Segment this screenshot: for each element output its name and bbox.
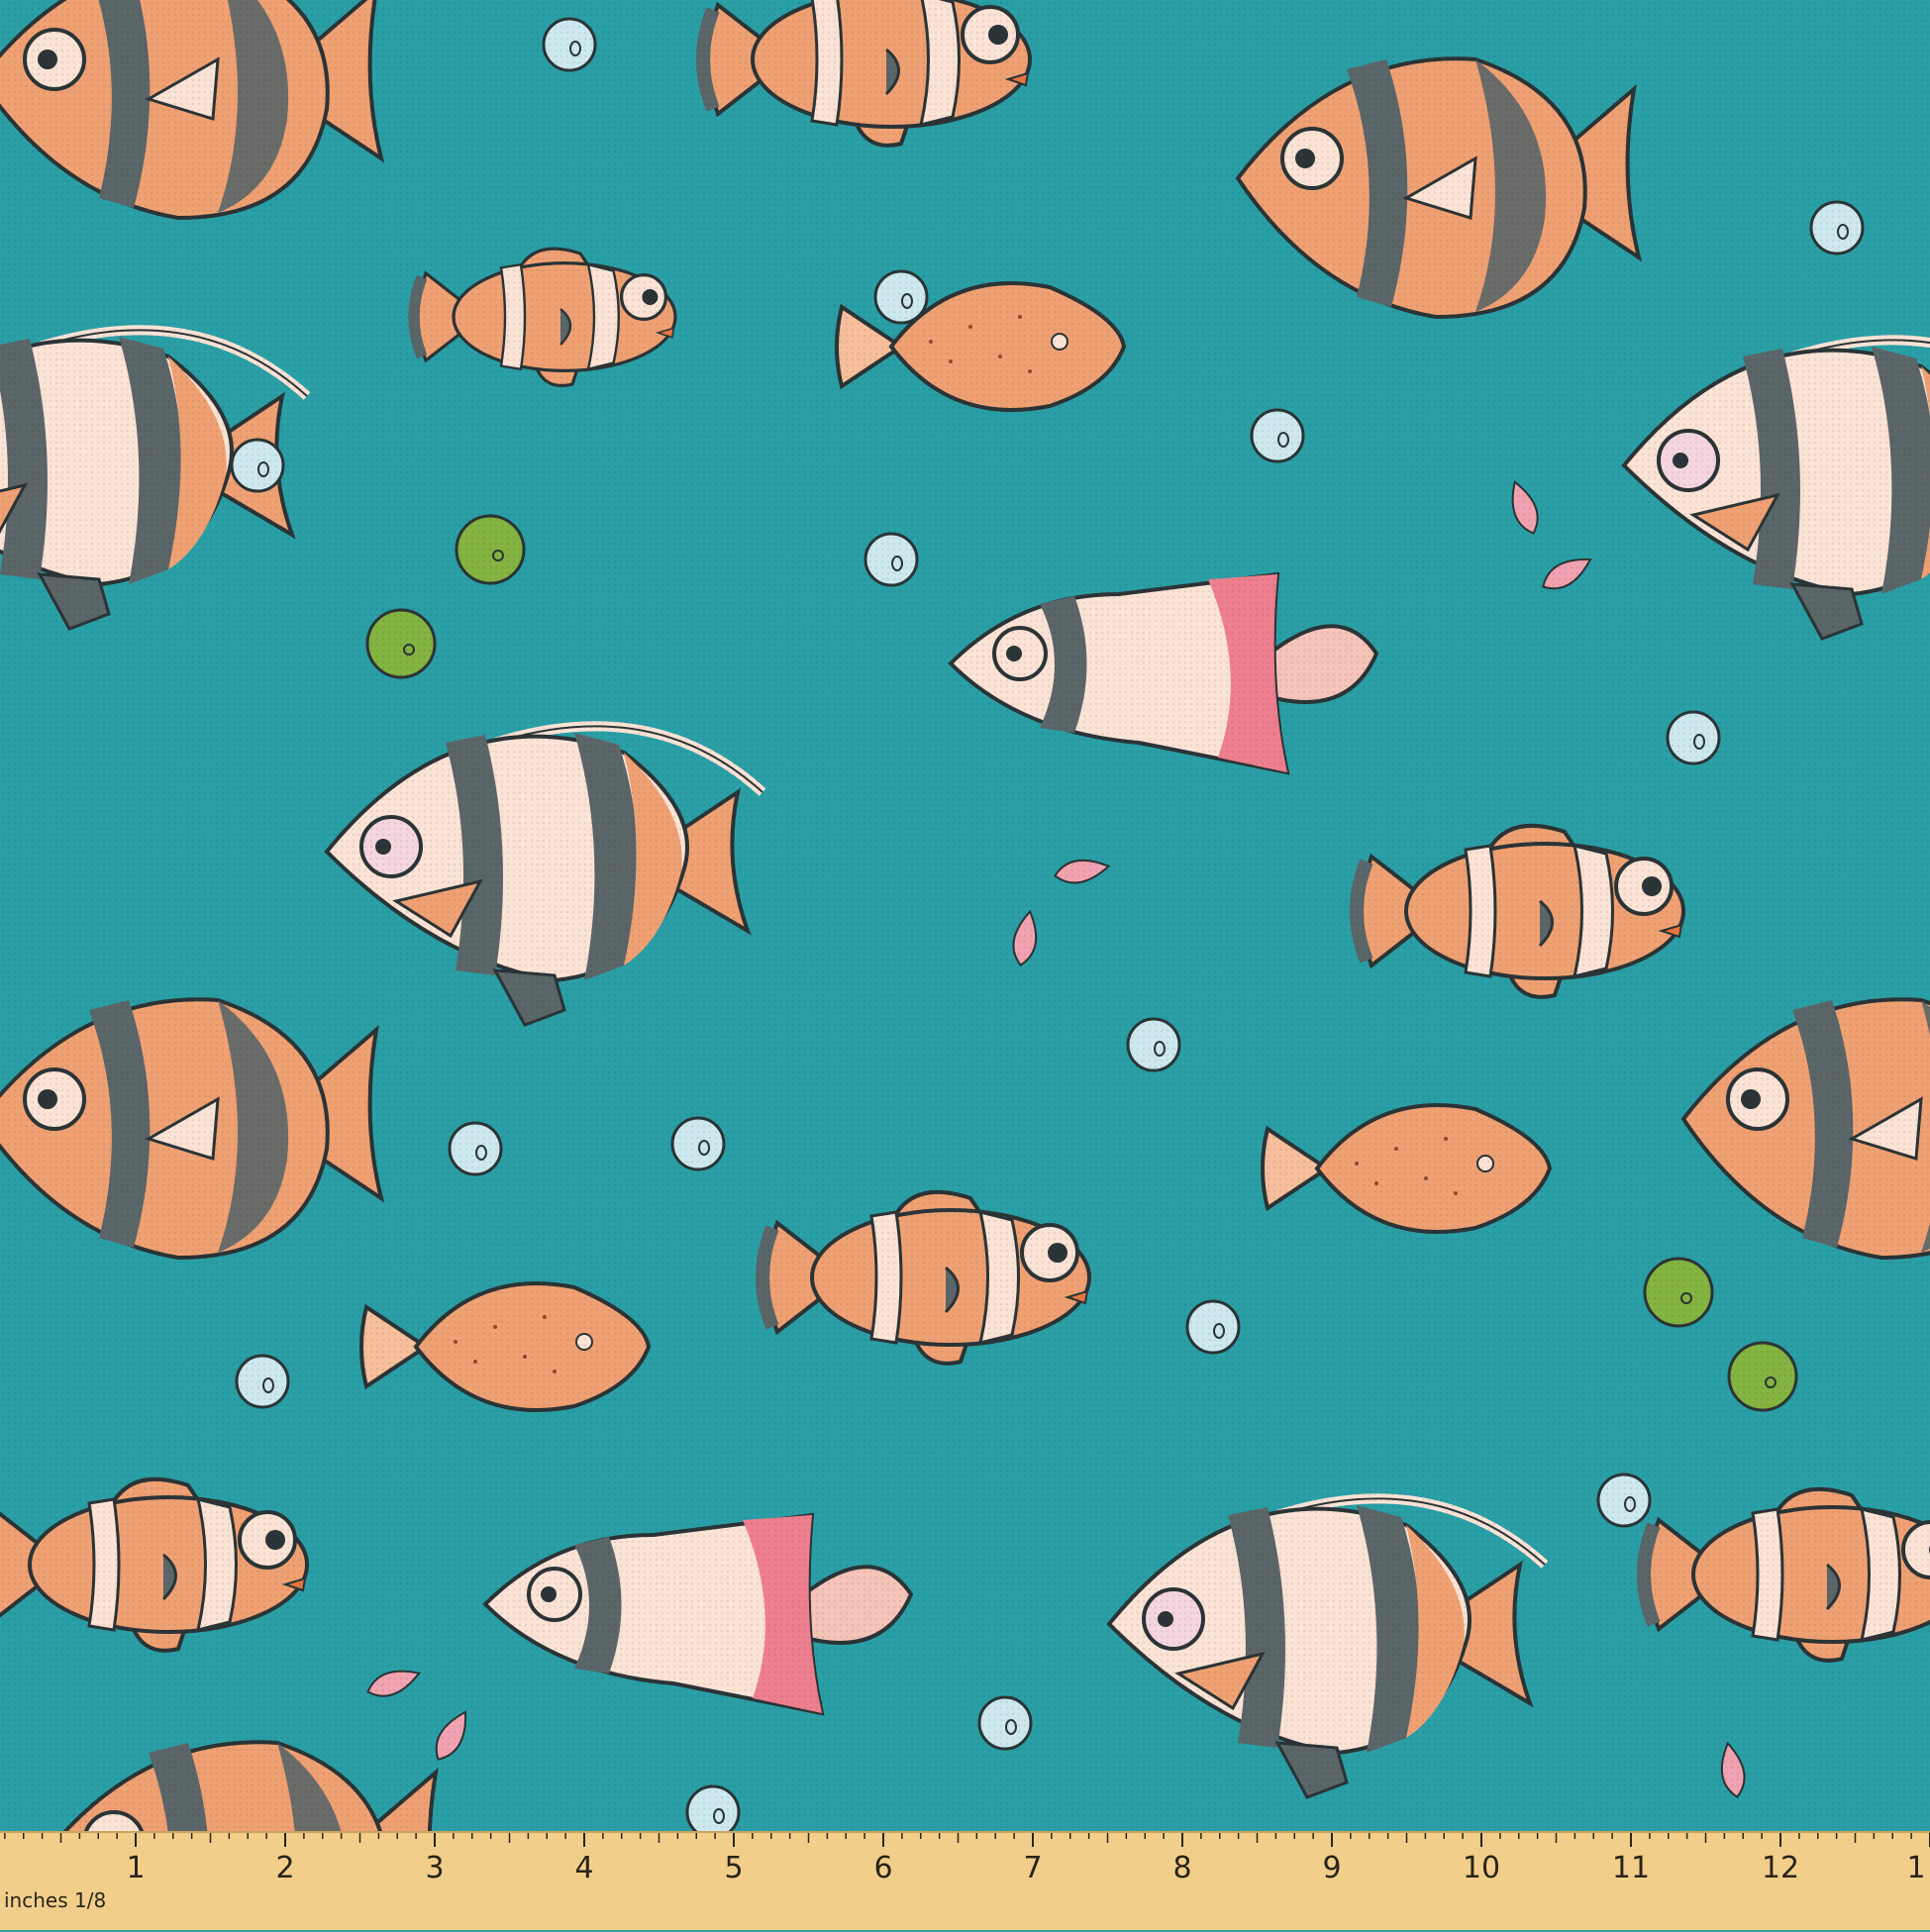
measuring-ruler: 1 2 3 4 5 6 7 8 9 10 11 12 1 inches 1/8 [0,1831,1930,1930]
ruler-number-9: 9 [1322,1851,1342,1885]
ruler-number-1: 1 [126,1851,146,1885]
ruler-number-6: 6 [873,1851,893,1885]
ruler-number-7: 7 [1023,1851,1043,1885]
ruler-number-10: 10 [1462,1851,1501,1885]
fish-fabric-print [0,0,1930,1930]
ruler-number-13: 1 [1906,1851,1926,1885]
ruler-number-8: 8 [1172,1851,1192,1885]
ruler-number-11: 11 [1611,1851,1651,1885]
ruler-number-3: 3 [425,1851,445,1885]
ruler-number-2: 2 [275,1851,295,1885]
ruler-number-4: 4 [574,1851,594,1885]
ruler-number-5: 5 [724,1851,744,1885]
ruler-unit-label: inches 1/8 [4,1888,107,1912]
ruler-number-12: 12 [1761,1851,1800,1885]
